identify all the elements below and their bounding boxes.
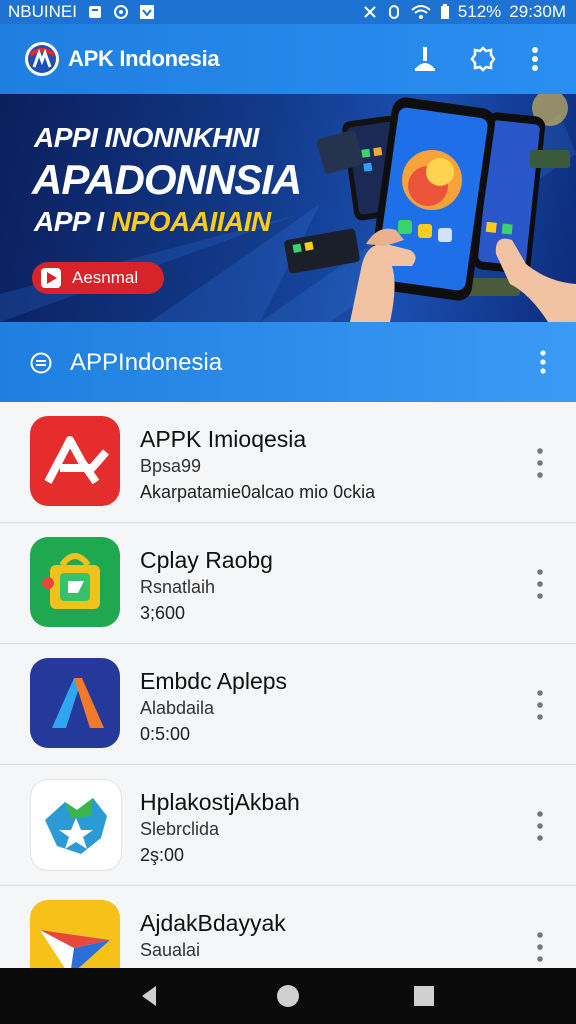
status-bar: NBUINEI 512% 29:30M — [0, 0, 576, 24]
notification-icon — [88, 6, 101, 18]
app-subtitle: Bpsa99 — [140, 456, 202, 476]
phones-illustration — [284, 94, 576, 322]
clock: 29:30M — [509, 2, 566, 21]
list-item[interactable]: AjdakBdayyak Saualai — [0, 886, 576, 968]
app-description: 3;600 — [140, 603, 186, 623]
list-item[interactable]: HplakostjAkbah Slebrclida 2ş:00 — [0, 765, 576, 886]
banner-line-3-yellow: NPOAAIIAIN — [110, 206, 271, 237]
home-icon[interactable] — [274, 982, 302, 1010]
play-icon — [41, 268, 61, 288]
promo-banner[interactable]: APPI INONNKHNI APADONNSIA APP I NPOAAIIA… — [0, 94, 576, 322]
app-bar: APK Indonesia — [0, 24, 576, 94]
banner-line-3-white: APP I — [34, 206, 104, 237]
banner-cta-label: Aesnmal — [72, 268, 139, 287]
list-item[interactable]: Embdc Apleps Alabdaila 0:5:00 — [0, 644, 576, 765]
bluetooth-icon — [364, 6, 376, 18]
more-vert-icon[interactable] — [534, 930, 546, 964]
list-item[interactable]: APPK Imioqesia Bpsa99 Akarpatamie0alcao … — [0, 402, 576, 523]
system-nav-bar — [0, 968, 576, 1024]
alarm-icon — [388, 5, 399, 19]
green-shopping-bag-icon — [30, 537, 120, 627]
download-icon — [139, 5, 154, 19]
battery-percent: 512% — [457, 2, 502, 21]
banner-line-2: APADONNSIA — [32, 156, 302, 203]
app-list: APPK Imioqesia Bpsa99 Akarpatamie0alcao … — [0, 402, 576, 968]
whatsapp-icon — [113, 5, 128, 19]
section-title: APPIndonesia — [70, 349, 223, 376]
banner-cta-button[interactable]: Aesnmal — [32, 262, 164, 294]
section-more-icon[interactable] — [536, 348, 550, 376]
app-name: Embdc Apleps — [140, 668, 288, 694]
app-subtitle: Slebrclida — [140, 819, 220, 839]
more-vert-icon[interactable] — [534, 809, 546, 843]
settings-icon[interactable] — [468, 44, 498, 74]
app-name: HplakostjAkbah — [140, 789, 300, 815]
app-name: Cplay Raobg — [140, 547, 273, 573]
app-logo-icon — [25, 42, 59, 76]
battery-icon — [440, 4, 449, 19]
paper-plane-icon — [30, 900, 120, 968]
app-subtitle: Alabdaila — [140, 698, 215, 718]
more-vert-icon[interactable] — [534, 446, 546, 480]
carrier-text: NBUINEI — [8, 2, 77, 21]
app-subtitle: Rsnatlaih — [140, 577, 216, 597]
app-subtitle: Saualai — [140, 940, 201, 960]
banner-line-3: APP I NPOAAIIAIN — [34, 206, 271, 238]
menu-icon[interactable] — [30, 352, 52, 374]
more-vert-icon[interactable] — [528, 44, 542, 74]
map-star-icon — [30, 779, 122, 871]
app-name: APPK Imioqesia — [140, 426, 307, 452]
app-title: APK Indonesia — [68, 46, 220, 71]
app-name: AjdakBdayyak — [140, 910, 286, 936]
banner-line-1: APPI INONNKHNI — [34, 122, 259, 153]
back-icon[interactable] — [136, 982, 164, 1010]
list-item[interactable]: Cplay Raobg Rsnatlaih 3;600 — [0, 523, 576, 644]
red-a-logo-icon — [30, 416, 120, 506]
blue-a-logo-icon — [30, 658, 120, 748]
more-vert-icon[interactable] — [534, 567, 546, 601]
wifi-icon — [411, 5, 431, 19]
app-description: 0:5:00 — [140, 724, 191, 744]
section-header: APPIndonesia — [0, 322, 576, 402]
cleaner-icon[interactable] — [410, 44, 440, 74]
more-vert-icon[interactable] — [534, 688, 546, 722]
recents-icon[interactable] — [410, 982, 438, 1010]
app-description: 2ş:00 — [140, 845, 185, 865]
app-description: Akarpatamie0alcao mio 0ckia — [140, 482, 376, 502]
